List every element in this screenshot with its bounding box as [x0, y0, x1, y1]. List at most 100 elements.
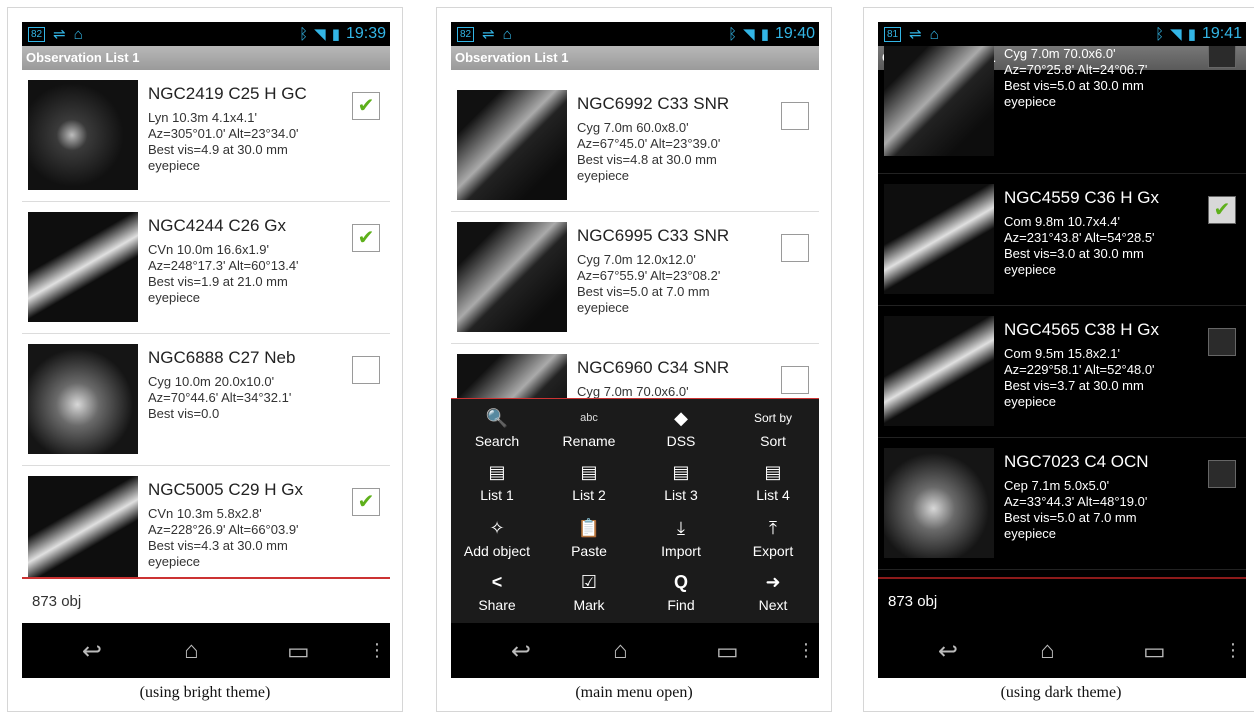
observed-checkbox[interactable]: ✔: [352, 224, 380, 252]
overflow-menu-icon[interactable]: ⋮: [368, 640, 386, 661]
dss-icon: ◆: [674, 408, 688, 428]
object-position: Az=229°58.1' Alt=52°48.0': [1004, 362, 1155, 377]
list-item[interactable]: NGC2419 C25 H GC Lyn 10.3m 4.1x4.1' Az=3…: [22, 70, 390, 202]
wifi-icon: ◥: [743, 26, 755, 43]
object-position: Az=228°26.9' Alt=66°03.9': [148, 522, 299, 537]
observed-checkbox[interactable]: [781, 102, 809, 130]
object-count: 873 obj: [888, 593, 938, 610]
observed-checkbox[interactable]: [781, 366, 809, 394]
menu-item-paste[interactable]: 📋 Paste: [543, 517, 635, 559]
object-position: Az=248°17.3' Alt=60°13.4': [148, 258, 299, 273]
menu-item-list-1[interactable]: ▤ List 1: [451, 461, 543, 503]
home-button-icon[interactable]: ⌂: [184, 637, 199, 665]
list-item[interactable]: NGC4244 C26 Gx CVn 10.0m 16.6x1.9' Az=24…: [22, 202, 390, 334]
object-eyepiece: eyepiece: [577, 300, 630, 315]
menu-item-import[interactable]: ⤓ Import: [635, 517, 727, 559]
object-eyepiece: eyepiece: [148, 290, 201, 305]
object-position: Az=305°01.0' Alt=23°34.0': [148, 126, 299, 141]
phone-screen: 81 ⇌ ⌂ ᛒ ◥ ▮ 19:41 Observation List 1 Cy…: [878, 22, 1246, 678]
list-item[interactable]: NGC7023 C4 OCN Cep 7.1m 5.0x5.0' Az=33°4…: [878, 438, 1246, 570]
object-info: Com 9.8m 10.7x4.4': [1004, 214, 1120, 229]
rename-icon: abc: [580, 412, 598, 424]
status-bar: 81 ⇌ ⌂ ᛒ ◥ ▮ 19:41: [878, 22, 1246, 46]
back-icon[interactable]: ↩: [82, 637, 102, 666]
object-eyepiece: eyepiece: [1004, 262, 1057, 277]
menu-item-search[interactable]: 🔍 Search: [451, 407, 543, 449]
observed-checkbox[interactable]: ✔: [1208, 196, 1236, 224]
battery-icon: ▮: [1187, 26, 1196, 43]
object-eyepiece: eyepiece: [148, 554, 201, 569]
list-item[interactable]: NGC5005 C29 H Gx CVn 10.3m 5.8x2.8' Az=2…: [22, 466, 390, 577]
battery-badge: 81: [884, 26, 902, 42]
list-item[interactable]: NGC6960 C34 SNR Cyg 7.0m 70.0x6.0': [451, 344, 819, 398]
list-item[interactable]: NGC6992 C33 SNR Cyg 7.0m 60.0x8.0' Az=67…: [451, 80, 819, 212]
menu-item-list-4[interactable]: ▤ List 4: [727, 461, 819, 503]
menu-item-add-object[interactable]: ✧ Add object: [451, 517, 543, 559]
menu-item-mark[interactable]: ☑ Mark: [543, 571, 635, 613]
observed-checkbox[interactable]: ✔: [352, 488, 380, 516]
recent-apps-icon[interactable]: ▭: [287, 637, 310, 666]
back-icon[interactable]: ↩: [938, 637, 958, 666]
observed-checkbox[interactable]: [352, 356, 380, 384]
menu-item-find[interactable]: Q Find: [635, 571, 727, 613]
list-item[interactable]: Cyg 7.0m 70.0x6.0' Az=70°25.8' Alt=24°06…: [878, 46, 1246, 174]
observed-checkbox[interactable]: ✔: [352, 92, 380, 120]
object-thumbnail: [28, 80, 138, 190]
list-icon: ▤: [672, 462, 690, 482]
find-icon: Q: [673, 572, 688, 592]
status-bar: 82 ⇌ ⌂ ᛒ ◥ ▮ 19:40: [451, 22, 819, 46]
home-icon: ⌂: [929, 25, 939, 43]
battery-icon: ▮: [760, 26, 769, 43]
import-icon: ⤓: [677, 518, 685, 538]
menu-item-next[interactable]: ➜ Next: [727, 571, 819, 613]
object-thumbnail: [884, 316, 994, 426]
menu-item-list-2[interactable]: ▤ List 2: [543, 461, 635, 503]
object-visibility: Best vis=4.8 at 30.0 mm: [577, 152, 717, 167]
object-eyepiece: eyepiece: [148, 158, 201, 173]
list-item[interactable]: NGC6995 C33 SNR Cyg 7.0m 12.0x12.0' Az=6…: [451, 212, 819, 344]
phone-screen: 82 ⇌ ⌂ ᛒ ◥ ▮ 19:39 Observation List 1 NG…: [22, 22, 390, 678]
caption: (using bright theme): [139, 684, 271, 701]
recent-apps-icon[interactable]: ▭: [716, 637, 739, 666]
object-info: Com 9.5m 15.8x2.1': [1004, 346, 1120, 361]
recent-apps-icon[interactable]: ▭: [1143, 637, 1166, 666]
observed-checkbox[interactable]: [1208, 328, 1236, 356]
list-item[interactable]: NGC6888 C27 Neb Cyg 10.0m 20.0x10.0' Az=…: [22, 334, 390, 466]
object-position: Az=70°44.6' Alt=34°32.1': [148, 390, 292, 405]
menu-item-sort[interactable]: Sort by Sort: [727, 407, 819, 449]
object-info: Cep 7.1m 5.0x5.0': [1004, 478, 1110, 493]
object-title: NGC4565 C38 H Gx: [1004, 320, 1159, 339]
menu-item-export[interactable]: ⤒ Export: [727, 517, 819, 559]
list-icon: ▤: [764, 462, 782, 482]
object-info: Cyg 7.0m 70.0x6.0': [577, 384, 689, 398]
object-info: Cyg 7.0m 12.0x12.0': [577, 252, 696, 267]
object-info: Lyn 10.3m 4.1x4.1': [148, 110, 257, 125]
object-title: NGC6960 C34 SNR: [577, 358, 730, 377]
menu-item-dss[interactable]: ◆ DSS: [635, 407, 727, 449]
overflow-menu-icon[interactable]: ⋮: [797, 640, 815, 661]
object-thumbnail: [457, 222, 567, 332]
phone-screen: 82 ⇌ ⌂ ᛒ ◥ ▮ 19:40 Observation List 1 NG…: [451, 22, 819, 678]
observed-checkbox[interactable]: [1208, 460, 1236, 488]
object-thumbnail: [457, 354, 567, 398]
bluetooth-icon: ᛒ: [728, 25, 738, 43]
bluetooth-icon: ᛒ: [299, 25, 309, 43]
screenshot-panel-dark: 81 ⇌ ⌂ ᛒ ◥ ▮ 19:41 Observation List 1 Cy…: [863, 7, 1254, 712]
clock: 19:39: [345, 25, 386, 42]
observed-checkbox[interactable]: [781, 234, 809, 262]
menu-item-share[interactable]: < Share: [451, 571, 543, 613]
object-thumbnail: [884, 184, 994, 294]
list-item[interactable]: NGC4565 C38 H Gx Com 9.5m 15.8x2.1' Az=2…: [878, 306, 1246, 438]
back-icon[interactable]: ↩: [511, 637, 531, 666]
menu-item-list-3[interactable]: ▤ List 3: [635, 461, 727, 503]
overflow-menu-icon[interactable]: ⋮: [1224, 640, 1242, 661]
object-visibility: Best vis=5.0 at 7.0 mm: [577, 284, 710, 299]
observed-checkbox[interactable]: [1208, 46, 1236, 68]
object-visibility: Best vis=5.0 at 30.0 mm: [1004, 78, 1144, 93]
home-button-icon[interactable]: ⌂: [1040, 637, 1055, 665]
caption: (using dark theme): [1000, 684, 1122, 701]
menu-item-rename[interactable]: abc Rename: [543, 407, 635, 449]
home-button-icon[interactable]: ⌂: [613, 637, 628, 665]
export-icon: ⤒: [769, 518, 777, 538]
list-item[interactable]: NGC4559 C36 H Gx Com 9.8m 10.7x4.4' Az=2…: [878, 174, 1246, 306]
